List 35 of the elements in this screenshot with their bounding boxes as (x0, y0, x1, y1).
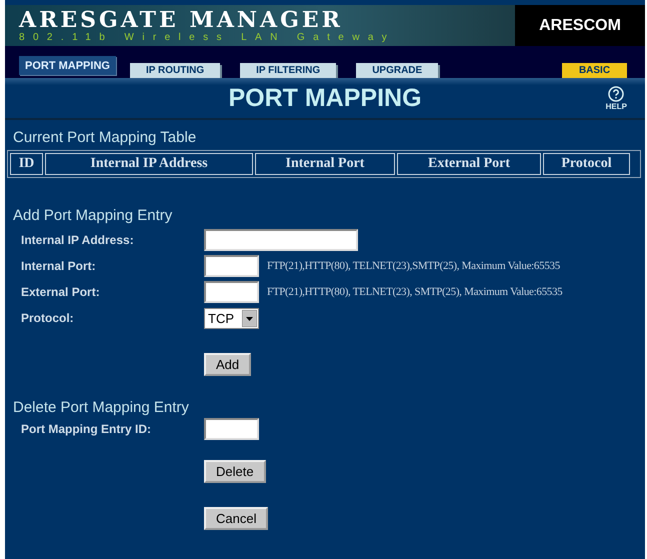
nav-tab[interactable]: UPGRADE (356, 63, 438, 78)
nav-tab[interactable]: IP FILTERING (240, 63, 336, 78)
field-label: Internal Port: (20, 259, 97, 273)
column-header: External Port (397, 153, 541, 175)
product-title: ARESGATE MANAGER (19, 8, 344, 32)
column-header: ID (10, 153, 43, 175)
protocol-select[interactable]: TCP (204, 308, 259, 328)
field-label: Internal IP Address: (20, 233, 135, 247)
help-icon (608, 86, 624, 102)
cancel-button[interactable]: Cancel (204, 507, 268, 530)
section-title: Current Port Mapping Table (12, 128, 198, 148)
brand-logo: ARESCOM (539, 16, 621, 34)
section-title: Add Port Mapping Entry (12, 206, 174, 226)
dropdown-arrow-icon (242, 310, 257, 326)
port-field[interactable] (204, 255, 259, 277)
field-hint: FTP(21),HTTP(80), TELNET(23), SMTP(25), Maximum Value:65535 (267, 286, 562, 298)
help-button[interactable]: HELP (606, 86, 627, 111)
delete-button[interactable]: Delete (204, 460, 266, 483)
nav-tab[interactable]: IP ROUTING (130, 63, 220, 78)
column-header: Internal IP Address (45, 153, 253, 175)
ip-address-field[interactable] (204, 229, 358, 251)
field-label: External Port: (20, 285, 101, 299)
page-title: PORT MAPPING (228, 84, 422, 112)
column-header: Internal Port (255, 153, 395, 175)
basic-mode-button[interactable]: BASIC (562, 63, 627, 78)
nav-tab[interactable]: PORT MAPPING (19, 56, 116, 75)
field-label: Protocol: (20, 311, 75, 325)
column-header: Protocol (543, 153, 630, 175)
add-button[interactable]: Add (204, 353, 252, 376)
field-hint: FTP(21),HTTP(80), TELNET(23),SMTP(25), Maximum Value:65535 (267, 260, 560, 272)
section-title: Delete Port Mapping Entry (12, 398, 190, 416)
product-subtitle: 802.11b Wireless LAN Gateway (19, 32, 396, 44)
field-label: Port Mapping Entry ID: (20, 422, 152, 436)
entry-id-field[interactable] (204, 418, 259, 440)
port-field[interactable] (204, 281, 259, 303)
